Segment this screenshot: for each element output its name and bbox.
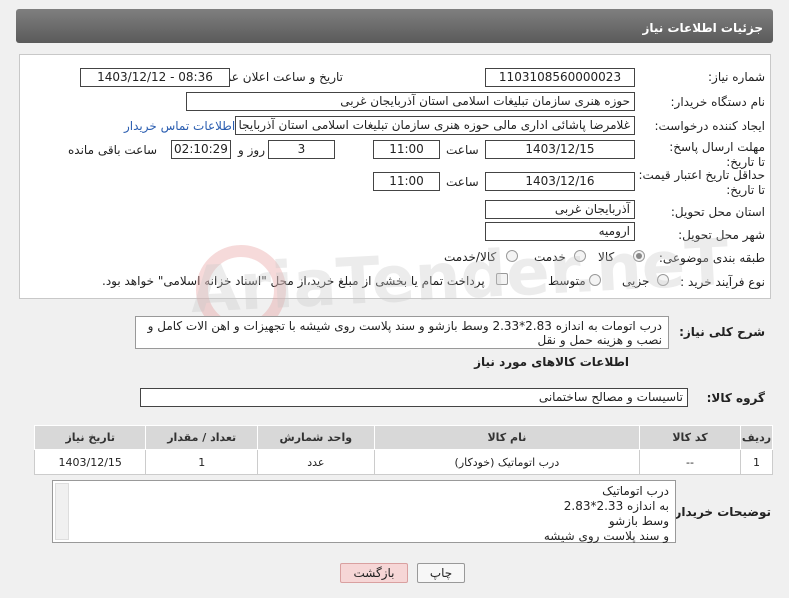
requester-label: ایجاد کننده درخواست: [654,119,765,133]
category-option-service: خدمت [534,250,566,264]
notes-line: وسط بازشو [608,514,669,528]
goods-section-title: اطلاعات کالاهای مورد نیاز [474,355,629,369]
cell-date: 1403/12/15 [33,449,147,475]
validity-time-label: ساعت [446,175,479,189]
back-button[interactable]: بازگشت [340,563,408,583]
days-field[interactable]: 3 [268,140,335,159]
process-radio-medium[interactable] [589,274,601,286]
category-radio-service[interactable] [574,250,586,262]
print-button[interactable]: چاپ [417,563,465,583]
treasury-payment-checkbox[interactable] [496,273,508,285]
category-option-goods: کالا [598,250,615,264]
notes-label: توضیحات خریدار: [669,505,771,519]
deadline-label: مهلت ارسال پاسخ: تا تاریخ: [669,140,765,169]
days-label: روز و [238,143,265,157]
buyer-org-label: نام دستگاه خریدار: [670,95,766,109]
process-label: نوع فرآیند خرید : [680,275,765,289]
process-option-minor: جزیی [622,274,650,288]
remaining-label: ساعت باقی مانده [68,143,158,157]
col-header-date: تاریخ نیاز [33,425,147,450]
need-number-field[interactable]: 1103108560000023 [485,68,635,87]
cell-quantity: 1 [145,449,258,475]
province-field[interactable]: آذربایجان غربی [485,200,635,219]
deadline-time-field[interactable]: 11:00 [373,140,440,159]
need-number-label: شماره نیاز: [708,70,765,84]
page-title: جزئیات اطلاعات نیاز [642,21,763,35]
buyer-org-field[interactable]: حوزه هنری سازمان تبلیغات اسلامی استان آذ… [186,92,635,111]
cell-row: 1 [739,449,774,475]
cell-unit: عدد [256,449,375,475]
col-header-code: کد کالا [639,425,741,450]
items-table: ردیف کد کالا نام کالا واحد شمارش تعداد /… [33,425,774,475]
category-label: طبقه بندی موضوعی: [658,251,765,265]
col-header-name: نام کالا [373,425,641,450]
deadline-time-label: ساعت [446,143,479,157]
notes-textarea[interactable]: درب اتوماتیک به اندازه 2.33*2.83 وسط باز… [52,480,676,543]
remaining-time-field[interactable]: 02:10:29 [171,140,231,159]
notes-line: و سند پلاست روی شیشه [543,529,669,543]
notes-scrollbar[interactable] [55,483,69,540]
contact-buyer-link[interactable]: اطلاعات تماس خریدار [124,119,235,133]
col-header-unit: واحد شمارش [256,425,375,450]
category-radio-both[interactable] [506,250,518,262]
province-label: استان محل تحویل: [670,205,765,219]
cell-name: درب اتوماتیک (خودکار) [373,449,641,475]
city-label: شهر محل تحویل: [678,228,765,242]
col-header-quantity: تعداد / مقدار [145,425,258,450]
deadline-date-field[interactable]: 1403/12/15 [485,140,635,159]
treasury-payment-text: پرداخت تمام یا بخشی از مبلغ خرید،از محل … [102,274,485,288]
process-option-medium: متوسط [548,274,586,288]
goods-group-label: گروه کالا: [706,391,765,405]
category-radio-goods[interactable] [633,250,645,262]
announce-datetime-field[interactable]: 1403/12/12 - 08:36 [80,68,230,87]
process-radio-minor[interactable] [657,274,669,286]
city-field[interactable]: ارومیه [485,222,635,241]
notes-line: به اندازه 2.33*2.83 [563,499,669,513]
table-row[interactable]: 1 -- درب اتوماتیک (خودکار) عدد 1 1403/12… [33,449,774,475]
goods-group-field[interactable]: تاسیسات و مصالح ساختمانی [140,388,688,407]
validity-label: حداقل تاریخ اعتبار قیمت: تا تاریخ: [638,168,765,197]
validity-date-field[interactable]: 1403/12/16 [485,172,635,191]
table-header-row: ردیف کد کالا نام کالا واحد شمارش تعداد /… [33,425,774,450]
requester-field[interactable]: غلامرضا پاشائی اداری مالی حوزه هنری سازم… [235,116,635,135]
validity-time-field[interactable]: 11:00 [373,172,440,191]
description-label: شرح کلی نیاز: [679,325,765,339]
col-header-row: ردیف [739,425,774,450]
description-textarea[interactable]: درب اتومات به اندازه 2.83*2.33 وسط بازشو… [135,316,669,349]
notes-line: درب اتوماتیک [602,484,669,498]
category-option-both: کالا/خدمت [444,250,497,264]
cell-code: -- [639,449,741,475]
page-header: جزئیات اطلاعات نیاز [16,9,773,43]
